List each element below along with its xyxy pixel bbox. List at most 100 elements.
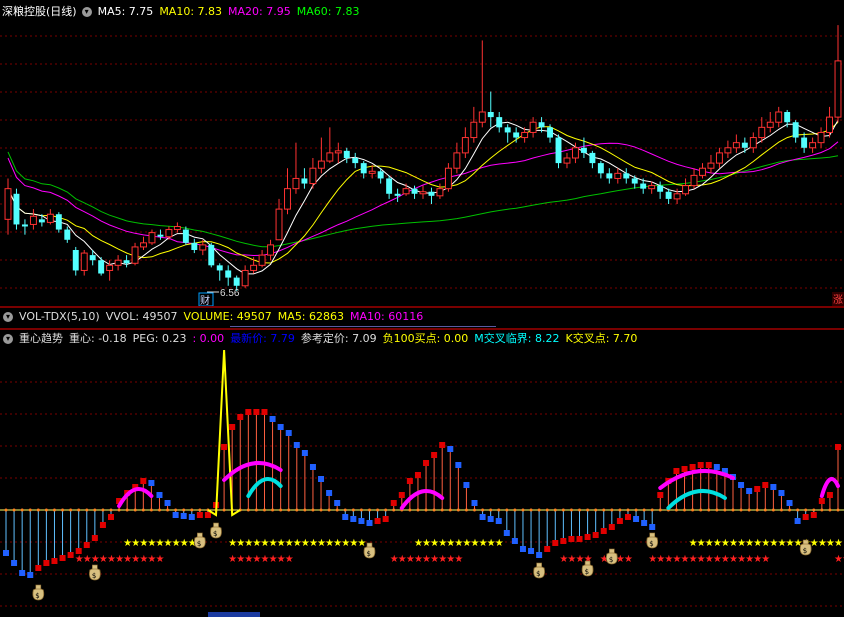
- ind-neg100: 负100买点: 0.00: [382, 332, 469, 345]
- money-bag-icon: [210, 526, 222, 539]
- trend-block: [568, 536, 575, 542]
- star-icon: ★: [414, 538, 423, 549]
- trend-block: [196, 512, 203, 518]
- trend-block: [301, 450, 308, 456]
- zero-dot: [448, 508, 452, 512]
- zero-dot: [254, 508, 258, 512]
- trend-block: [552, 540, 559, 546]
- signal-arc: [222, 461, 283, 482]
- trend-block: [608, 524, 615, 530]
- trend-block: [713, 464, 720, 470]
- ind-latest: 最新价: 7.79: [230, 332, 295, 345]
- zero-dot: [440, 508, 444, 512]
- zero-dot: [36, 508, 40, 512]
- star-icon: ★: [479, 538, 488, 549]
- star-icon: ★: [228, 538, 237, 549]
- trend-block: [180, 513, 187, 519]
- zero-dot: [28, 508, 32, 512]
- trend-block: [27, 572, 34, 578]
- zero-dot: [109, 508, 113, 512]
- trend-block: [762, 482, 769, 488]
- zero-dot: [351, 508, 355, 512]
- vol-indicator-name[interactable]: VOL-TDX(5,10): [19, 310, 100, 323]
- star-icon: ★: [115, 554, 124, 565]
- zero-dot: [343, 508, 347, 512]
- candle-body: [690, 174, 698, 187]
- trend-block: [835, 444, 841, 450]
- chevron-down-icon[interactable]: ▾: [3, 334, 13, 344]
- zero-dot: [157, 508, 161, 512]
- ind-ref-price: 参考定价: 7.09: [300, 332, 377, 345]
- trend-block: [471, 500, 478, 506]
- candle-body: [46, 213, 54, 223]
- signal-arc: [117, 486, 154, 508]
- stock-title[interactable]: 深粮控股(日线): [2, 5, 77, 18]
- zero-dot: [473, 508, 477, 512]
- chevron-down-icon[interactable]: ▾: [81, 7, 92, 17]
- zero-dot: [634, 508, 638, 512]
- star-icon: ★: [390, 554, 399, 565]
- trend-block: [770, 484, 777, 490]
- trend-block: [318, 476, 325, 482]
- star-icon: ★: [155, 554, 164, 565]
- candle-body: [89, 255, 96, 261]
- price-chart[interactable]: 6.56 财 涨: [0, 0, 844, 306]
- money-bag-icon: [649, 532, 656, 538]
- star-icon: ★: [745, 554, 754, 565]
- trend-block: [641, 520, 648, 526]
- star-icon: ★: [285, 554, 294, 565]
- star-icon: ★: [737, 538, 746, 549]
- candle-body: [123, 260, 130, 264]
- candle-body: [606, 173, 613, 179]
- star-icon: ★: [713, 554, 722, 565]
- candle-body: [368, 170, 376, 174]
- ind-name[interactable]: 重心趋势: [19, 332, 63, 345]
- candle-body: [555, 137, 562, 164]
- volume-header: ▾ VOL-TDX(5,10) VVOL: 49507 VOLUME: 49507 MA…: [0, 309, 429, 325]
- star-icon: ★: [769, 538, 778, 549]
- trend-block: [172, 512, 179, 518]
- star-icon: ★: [737, 554, 746, 565]
- pane-separator[interactable]: [0, 306, 844, 308]
- pane-separator[interactable]: [0, 328, 844, 330]
- candle-body: [784, 112, 791, 123]
- star-icon: ★: [487, 538, 496, 549]
- star-icon: ★: [446, 538, 455, 549]
- candle-body: [267, 244, 275, 256]
- trend-block: [237, 414, 244, 420]
- trend-block: [326, 490, 333, 496]
- star-icon: ★: [745, 538, 754, 549]
- trend-block: [503, 530, 510, 536]
- ma5-label: MA5: 7.75: [97, 5, 154, 18]
- star-icon: ★: [777, 538, 786, 549]
- zero-dot: [125, 508, 129, 512]
- trend-block: [358, 518, 365, 524]
- trend-block: [414, 472, 421, 478]
- star-icon: ★: [559, 554, 568, 565]
- star-icon: ★: [689, 538, 698, 549]
- zero-dot: [513, 508, 517, 512]
- chevron-down-icon[interactable]: ▾: [3, 312, 13, 322]
- zero-dot: [400, 508, 404, 512]
- trend-block: [818, 498, 825, 504]
- candle-body: [419, 191, 427, 195]
- trend-block: [673, 468, 680, 474]
- candle-body: [352, 158, 359, 164]
- trend-block: [705, 462, 712, 468]
- star-icon: ★: [341, 538, 350, 549]
- candle-body: [394, 193, 401, 196]
- star-icon: ★: [697, 554, 706, 565]
- candle-body: [191, 242, 198, 250]
- star-icon: ★: [139, 554, 148, 565]
- money-bag-icon: $: [213, 530, 217, 538]
- money-bag-icon: [605, 552, 618, 565]
- money-bag-icon: [32, 588, 45, 601]
- star-icon: ★: [810, 538, 819, 549]
- candle-body: [301, 178, 308, 184]
- zero-dot: [149, 508, 153, 512]
- star-icon: ★: [721, 554, 730, 565]
- star-icon: ★: [228, 554, 237, 565]
- money-bag-icon: [363, 546, 376, 559]
- star-icon: ★: [616, 554, 625, 565]
- zero-dot: [658, 508, 662, 512]
